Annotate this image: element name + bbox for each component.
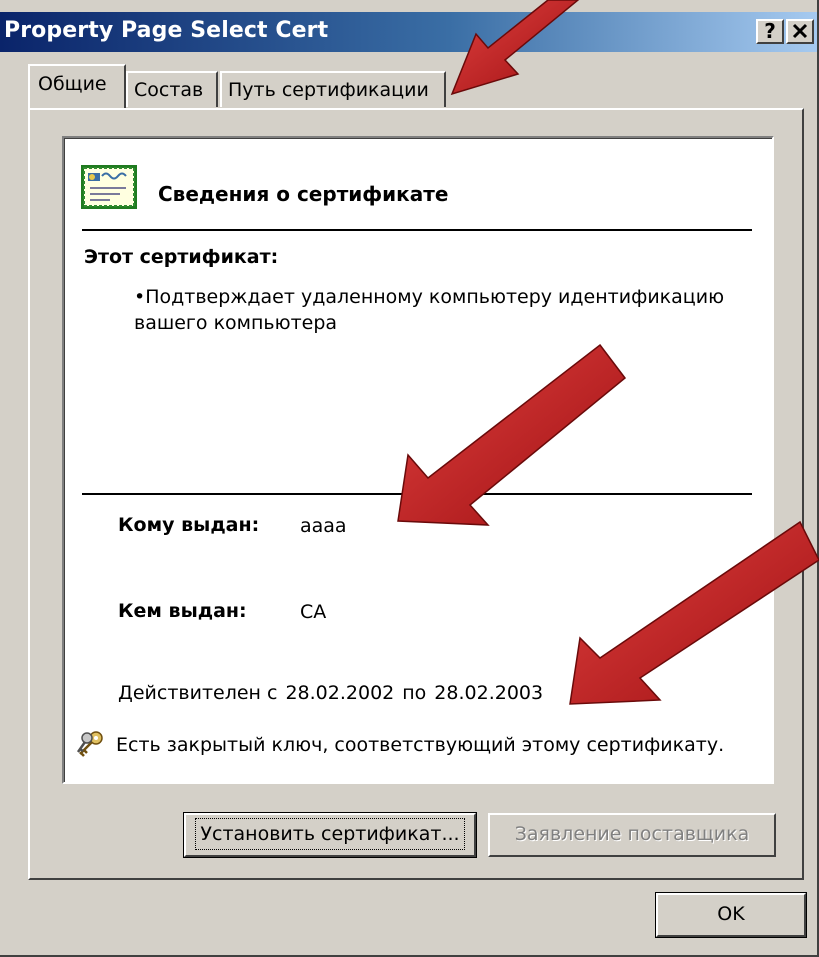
install-certificate-label: Установить сертификат... xyxy=(195,818,465,850)
valid-from-label: Действителен с xyxy=(118,682,278,704)
title-bar[interactable]: Property Page Select Cert ? xyxy=(0,12,817,52)
help-button[interactable]: ? xyxy=(756,19,784,44)
divider xyxy=(82,493,752,495)
issued-to-label: Кому выдан: xyxy=(118,514,260,536)
ok-button[interactable]: OK xyxy=(655,892,807,938)
issued-to-value: aaaa xyxy=(300,515,347,537)
valid-to-date: 28.02.2003 xyxy=(434,682,544,704)
valid-from-date: 28.02.2002 xyxy=(285,682,395,704)
certificate-icon xyxy=(81,165,137,209)
window-title: Property Page Select Cert xyxy=(4,18,329,43)
validity-period: Действителен с 28.02.2002 по 28.02.2003 xyxy=(118,682,551,704)
tab-certification-path[interactable]: Путь сертификации xyxy=(220,71,446,107)
issued-by-label: Кем выдан: xyxy=(118,600,247,622)
purpose-label: Этот сертификат: xyxy=(84,246,279,268)
valid-to-label: по xyxy=(402,682,427,704)
tab-general[interactable]: Общие xyxy=(28,64,126,108)
tab-details[interactable]: Состав xyxy=(126,71,218,107)
divider xyxy=(82,229,752,231)
issued-by-value: CA xyxy=(300,601,327,623)
certificate-info-panel: Сведения о сертификате Этот сертификат: … xyxy=(62,136,774,784)
install-certificate-button[interactable]: Установить сертификат... xyxy=(183,812,477,858)
dialog-window: Property Page Select Cert ? Общие Состав… xyxy=(0,0,819,957)
issuer-statement-button[interactable]: Заявление поставщика xyxy=(488,813,776,857)
close-button[interactable] xyxy=(786,19,814,44)
purpose-item: •Подтверждает удаленному компьютеру иден… xyxy=(134,286,725,334)
key-icon xyxy=(76,731,103,757)
private-key-note: Есть закрытый ключ, соответствующий этом… xyxy=(116,734,725,756)
certificate-info-heading: Сведения о сертификате xyxy=(158,182,449,206)
close-icon xyxy=(792,23,808,39)
